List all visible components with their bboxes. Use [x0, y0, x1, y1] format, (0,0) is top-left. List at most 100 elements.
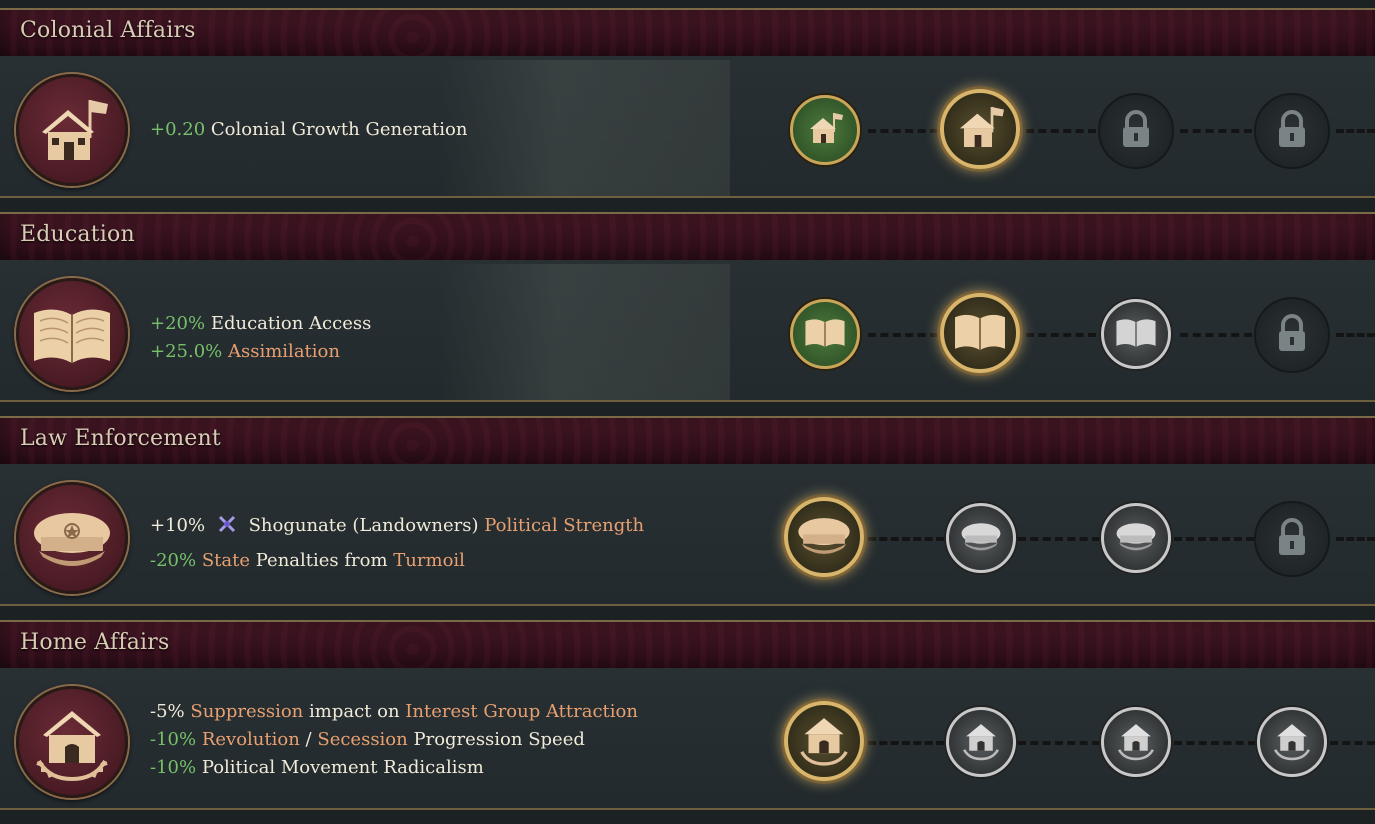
section-title: Law Enforcement	[20, 426, 221, 451]
police-cap-icon	[1114, 518, 1158, 558]
section-title: Home Affairs	[20, 630, 170, 655]
level-connector	[1018, 741, 1100, 745]
police-cap-icon	[16, 482, 128, 594]
modifier-row: -10% Political Movement Radicalism	[150, 754, 638, 782]
modifier-label: Progression Speed	[413, 729, 585, 750]
level-3-button[interactable]	[1101, 503, 1171, 573]
level-connector	[1026, 129, 1096, 133]
background-illustration	[440, 60, 730, 196]
level-4-locked[interactable]	[1254, 93, 1330, 169]
level-connector	[1180, 333, 1252, 337]
house-with-laurel-icon	[959, 718, 1003, 766]
house-with-flag-icon	[952, 99, 1008, 159]
section-header: Law Enforcement	[0, 416, 1375, 466]
house-with-flag-icon	[16, 74, 128, 186]
police-cap-icon	[959, 518, 1003, 558]
level-1-button[interactable]	[790, 95, 860, 165]
modifier-list: +0.20 Colonial Growth Generation	[150, 116, 467, 144]
level-2-button-current[interactable]	[940, 89, 1020, 169]
modifier-label: impact on	[309, 701, 400, 722]
interest-group-name[interactable]: Shogunate (Landowners)	[249, 515, 479, 536]
level-4-locked[interactable]	[1254, 297, 1330, 373]
modifier-value: -5%	[150, 701, 185, 722]
institution-colonial-affairs: Colonial Affairs +0.20 Colonial Growth G…	[0, 0, 1375, 204]
level-connector	[1026, 333, 1096, 337]
level-connector	[1330, 741, 1375, 745]
modifier-value: +10%	[150, 515, 206, 536]
modifier-value: -10%	[150, 729, 197, 750]
level-2-button-current[interactable]	[940, 293, 1020, 373]
modifier-row: +10% Shogunate (Landowners) Political St…	[150, 512, 644, 543]
modifier-list: +20% Education Access +25.0% Assimilatio…	[150, 310, 371, 366]
section-title: Colonial Affairs	[20, 18, 196, 43]
section-title: Education	[20, 222, 135, 247]
level-connector	[868, 537, 944, 541]
modifier-value: +25.0%	[150, 341, 223, 362]
level-connector	[868, 129, 938, 133]
modifier-label: Political Movement Radicalism	[201, 757, 484, 778]
section-panel: +0.20 Colonial Growth Generation	[0, 56, 1375, 198]
modifier-value: -20%	[150, 550, 197, 571]
padlock-icon	[1274, 313, 1310, 357]
level-connector	[1180, 129, 1252, 133]
open-book-icon	[1114, 314, 1158, 354]
house-with-flag-icon	[804, 107, 846, 153]
modifier-row: -5% Suppression impact on Interest Group…	[150, 698, 638, 726]
section-panel: -5% Suppression impact on Interest Group…	[0, 668, 1375, 810]
modifier-row: +20% Education Access	[150, 310, 371, 338]
level-connector	[1174, 537, 1254, 541]
house-with-laurel-icon	[1114, 718, 1158, 766]
level-3-button[interactable]	[1101, 707, 1171, 777]
level-connector	[1336, 129, 1375, 133]
level-connector	[868, 741, 944, 745]
section-header: Education	[0, 212, 1375, 262]
modifier-keyword: Secession	[317, 729, 408, 750]
open-book-icon	[16, 278, 128, 390]
modifier-list: -5% Suppression impact on Interest Group…	[150, 698, 638, 782]
level-1-button[interactable]	[790, 299, 860, 369]
modifier-list: +10% Shogunate (Landowners) Political St…	[150, 512, 644, 575]
level-1-button-current[interactable]	[784, 701, 864, 781]
level-connector	[1336, 537, 1375, 541]
modifier-keyword: Interest Group Attraction	[405, 701, 638, 722]
level-4-button[interactable]	[1257, 707, 1327, 777]
modifier-label: Political Strength	[484, 515, 645, 536]
padlock-icon	[1274, 109, 1310, 153]
level-2-button[interactable]	[946, 503, 1016, 573]
house-with-laurel-icon	[16, 686, 128, 798]
modifier-keyword: Suppression	[190, 701, 304, 722]
modifier-value: +20%	[150, 313, 206, 334]
padlock-icon	[1274, 517, 1310, 561]
level-3-button[interactable]	[1101, 299, 1171, 369]
house-with-laurel-icon	[1270, 718, 1314, 766]
section-header: Colonial Affairs	[0, 8, 1375, 58]
level-4-locked[interactable]	[1254, 501, 1330, 577]
padlock-icon	[1118, 109, 1154, 153]
modifier-label: Education Access	[210, 313, 372, 334]
modifier-value: +0.20	[150, 119, 206, 140]
modifier-keyword: Revolution	[201, 729, 300, 750]
level-connector	[1336, 333, 1375, 337]
level-connector	[868, 333, 938, 337]
crossed-swords-icon	[217, 514, 237, 543]
police-cap-icon	[795, 511, 853, 563]
modifier-label: Penalties from	[255, 550, 388, 571]
level-3-locked[interactable]	[1098, 93, 1174, 169]
level-1-button-current[interactable]	[784, 497, 864, 577]
institution-law-enforcement: Law Enforcement +10% Shogunate (Landowne…	[0, 408, 1375, 612]
section-panel: +10% Shogunate (Landowners) Political St…	[0, 464, 1375, 606]
level-connector	[1018, 537, 1100, 541]
modifier-row: +25.0% Assimilation	[150, 338, 371, 366]
modifier-keyword: Turmoil	[393, 550, 465, 571]
level-connector	[1174, 741, 1256, 745]
modifier-label: Assimilation	[228, 341, 340, 362]
background-illustration	[440, 264, 730, 400]
modifier-keyword: State	[201, 550, 251, 571]
level-2-button[interactable]	[946, 707, 1016, 777]
section-header: Home Affairs	[0, 620, 1375, 670]
institution-education: Education +20% Education Access +25.0% A…	[0, 204, 1375, 408]
house-with-laurel-icon	[795, 710, 853, 772]
modifier-value: -10%	[150, 757, 197, 778]
modifier-label: /	[305, 729, 312, 750]
modifier-row: -10% Revolution / Secession Progression …	[150, 726, 638, 754]
